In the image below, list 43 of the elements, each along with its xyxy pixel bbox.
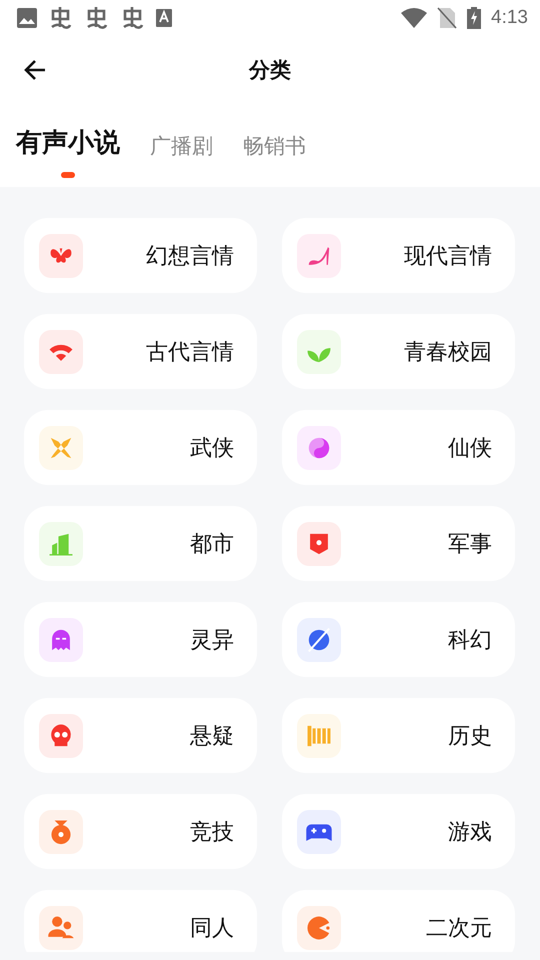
category-label: 二次元	[426, 914, 492, 942]
category-card[interactable]: 都市	[24, 506, 257, 581]
category-label: 灵异	[190, 626, 234, 654]
category-card[interactable]: 武侠	[24, 410, 257, 485]
category-card[interactable]: 现代言情	[282, 218, 515, 293]
category-label: 幻想言情	[146, 242, 234, 270]
category-card[interactable]: 科幻	[282, 602, 515, 677]
category-label: 历史	[448, 722, 492, 750]
category-label: 游戏	[448, 818, 492, 846]
category-label: 武侠	[190, 434, 234, 462]
category-card[interactable]: 竞技	[24, 794, 257, 869]
tab[interactable]: 有声小说	[16, 116, 120, 174]
category-card[interactable]: 幻想言情	[24, 218, 257, 293]
category-card[interactable]: 悬疑	[24, 698, 257, 773]
category-label: 悬疑	[190, 722, 234, 750]
keyboard-icon	[156, 9, 172, 27]
category-label: 科幻	[448, 626, 492, 654]
category-label: 仙侠	[448, 434, 492, 462]
category-card[interactable]: 青春校园	[282, 314, 515, 389]
tab-indicator	[61, 172, 75, 178]
category-label: 青春校园	[404, 338, 492, 366]
category-label: 现代言情	[404, 242, 492, 270]
category-label: 军事	[448, 530, 492, 558]
category-card[interactable]: 古代言情	[24, 314, 257, 389]
status-time: 4:13	[491, 7, 528, 29]
category-label: 竞技	[190, 818, 234, 846]
category-card[interactable]: 二次元	[282, 890, 515, 952]
category-card[interactable]: 灵异	[24, 602, 257, 677]
tab[interactable]: 畅销书	[243, 116, 306, 174]
category-label: 都市	[190, 530, 234, 558]
category-label: 古代言情	[146, 338, 234, 366]
category-label: 同人	[190, 914, 234, 942]
category-card[interactable]: 游戏	[282, 794, 515, 869]
image-icon	[16, 7, 38, 29]
wifi-icon	[401, 8, 428, 28]
category-card[interactable]: 同人	[24, 890, 257, 952]
tab[interactable]: 广播剧	[150, 116, 213, 174]
battery-icon	[467, 7, 482, 29]
category-card[interactable]: 仙侠	[282, 410, 515, 485]
no-sim-icon	[437, 7, 458, 29]
category-card[interactable]: 历史	[282, 698, 515, 773]
category-card[interactable]: 军事	[282, 506, 515, 581]
page-title: 分类	[249, 57, 291, 84]
